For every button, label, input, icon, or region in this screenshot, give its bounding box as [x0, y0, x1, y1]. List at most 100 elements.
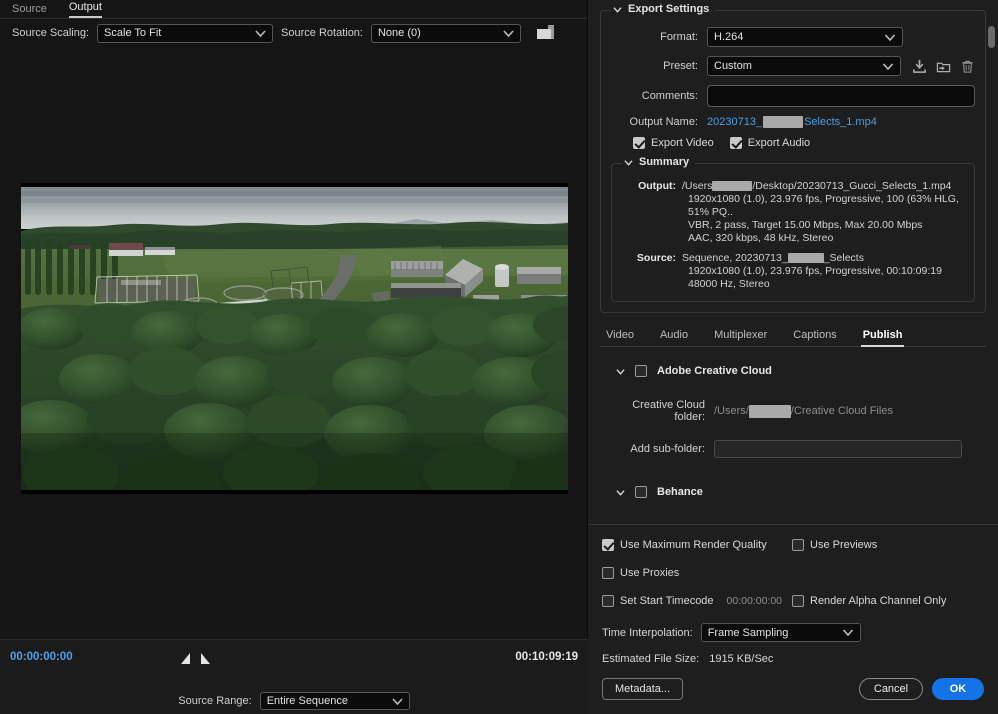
- cc-path-suffix: /Creative Cloud Files: [791, 405, 893, 417]
- source-scaling-dropdown[interactable]: Scale To Fit: [97, 24, 273, 43]
- set-start-timecode-checkbox[interactable]: [602, 595, 614, 607]
- chevron-down-icon: [842, 629, 854, 636]
- behance-header[interactable]: Behance: [616, 486, 982, 498]
- mark-in-icon[interactable]: [181, 653, 190, 664]
- export-video-checkbox[interactable]: [633, 137, 645, 149]
- set-start-timecode-row[interactable]: Set Start Timecode 00:00:00:00: [602, 595, 788, 607]
- preview-pane: Source Output Source Scaling: Scale To F…: [0, 0, 588, 714]
- tab-audio[interactable]: Audio: [660, 329, 688, 346]
- behance-title: Behance: [657, 486, 703, 498]
- publish-panel: Adobe Creative Cloud Creative Cloud fold…: [600, 365, 986, 498]
- output-name-label: Output Name:: [611, 116, 707, 128]
- time-interpolation-value: Frame Sampling: [708, 627, 789, 639]
- redaction-block: [788, 253, 824, 263]
- import-preset-icon[interactable]: [936, 59, 951, 74]
- summary-output-path-prefix: /Users: [682, 180, 712, 192]
- adobe-cc-header[interactable]: Adobe Creative Cloud: [616, 365, 982, 377]
- chevron-down-icon: [882, 63, 894, 70]
- scrollbar-thumb[interactable]: [988, 26, 995, 48]
- format-dropdown[interactable]: H.264: [707, 27, 903, 47]
- use-proxies-row[interactable]: Use Proxies: [602, 567, 679, 579]
- max-render-quality-label: Use Maximum Render Quality: [620, 539, 767, 551]
- render-alpha-checkbox[interactable]: [792, 595, 804, 607]
- max-render-quality-checkbox[interactable]: [602, 539, 614, 551]
- output-name-prefix: 20230713_: [707, 116, 762, 128]
- time-interpolation-label: Time Interpolation:: [602, 627, 693, 639]
- preset-label: Preset:: [611, 60, 707, 72]
- add-subfolder-row: Add sub-folder:: [604, 440, 982, 458]
- output-name-row: Output Name: 20230713_ Selects_1.mp4: [611, 116, 975, 128]
- format-label: Format:: [611, 31, 707, 43]
- adobe-cc-checkbox[interactable]: [635, 365, 647, 377]
- chevron-down-icon[interactable]: [616, 488, 625, 497]
- source-range-dropdown[interactable]: Entire Sequence: [260, 692, 410, 710]
- comments-row: Comments:: [611, 85, 975, 107]
- tab-source[interactable]: Source: [12, 3, 47, 18]
- video-preview-frame: [21, 183, 568, 494]
- use-previews-row[interactable]: Use Previews: [792, 539, 877, 551]
- export-settings-title: Export Settings: [628, 3, 709, 15]
- output-name-value[interactable]: 20230713_ Selects_1.mp4: [707, 116, 877, 128]
- proxies-row: Use Proxies: [602, 567, 984, 579]
- tab-video[interactable]: Video: [606, 329, 634, 346]
- export-audio-checkbox[interactable]: [730, 137, 742, 149]
- estimated-file-size-value: 1915 KB/Sec: [709, 653, 773, 665]
- metadata-button[interactable]: Metadata...: [602, 678, 683, 700]
- chevron-down-icon[interactable]: [624, 158, 633, 167]
- redaction-block: [712, 181, 752, 191]
- timecode-row: Set Start Timecode 00:00:00:00 Render Al…: [602, 595, 984, 607]
- max-render-quality-row[interactable]: Use Maximum Render Quality: [602, 539, 788, 551]
- preset-value: Custom: [714, 60, 752, 72]
- export-video-checkbox-row[interactable]: Export Video: [633, 137, 714, 149]
- summary-source-key: Source:: [622, 252, 682, 265]
- adobe-cc-title: Adobe Creative Cloud: [657, 365, 772, 377]
- aspect-ratio-icon[interactable]: [537, 24, 557, 42]
- estimated-file-size-label: Estimated File Size:: [602, 653, 699, 665]
- source-rotation-dropdown[interactable]: None (0): [371, 24, 521, 43]
- chevron-down-icon[interactable]: [616, 367, 625, 376]
- add-subfolder-input[interactable]: [714, 440, 962, 458]
- use-previews-checkbox[interactable]: [792, 539, 804, 551]
- duration-timecode[interactable]: 00:10:09:19: [515, 651, 578, 663]
- export-audio-checkbox-row[interactable]: Export Audio: [730, 137, 810, 149]
- delete-preset-icon[interactable]: [960, 59, 975, 74]
- export-settings-header[interactable]: Export Settings: [611, 3, 715, 15]
- settings-pane: Export Settings Format: H.264 Preset: Cu…: [588, 0, 998, 714]
- chevron-down-icon: [503, 30, 514, 37]
- settings-scrollbar[interactable]: [988, 26, 995, 194]
- source-range-value: Entire Sequence: [267, 695, 348, 707]
- preset-row: Preset: Custom: [611, 56, 975, 76]
- transport-controls: 00:00:00:00 00:10:09:19 Fit: [0, 639, 588, 714]
- behance-checkbox[interactable]: [635, 486, 647, 498]
- preset-dropdown[interactable]: Custom: [707, 56, 901, 76]
- summary-header[interactable]: Summary: [622, 156, 695, 168]
- tab-multiplexer[interactable]: Multiplexer: [714, 329, 767, 346]
- redaction-block: [763, 116, 803, 128]
- export-video-label: Export Video: [651, 137, 714, 149]
- summary-output-path: /Users/Desktop/20230713_Gucci_Selects_1.…: [682, 180, 964, 193]
- video-preview[interactable]: [21, 183, 568, 494]
- chevron-down-icon[interactable]: [613, 5, 622, 14]
- time-interpolation-dropdown[interactable]: Frame Sampling: [701, 623, 861, 642]
- creative-cloud-folder-label: Creative Cloud folder:: [604, 399, 714, 423]
- render-alpha-label: Render Alpha Channel Only: [810, 595, 946, 607]
- settings-sub-tabs: Video Audio Multiplexer Captions Publish: [600, 325, 986, 347]
- start-timecode-value[interactable]: 00:00:00:00: [727, 595, 782, 607]
- mark-out-icon[interactable]: [201, 653, 210, 664]
- tab-output[interactable]: Output: [69, 1, 102, 18]
- comments-input[interactable]: [707, 85, 975, 107]
- tab-captions[interactable]: Captions: [793, 329, 836, 346]
- summary-source-detail: 1920x1080 (1.0), 23.976 fps, Progressive…: [622, 265, 964, 278]
- current-timecode[interactable]: 00:00:00:00: [10, 651, 73, 663]
- render-alpha-row[interactable]: Render Alpha Channel Only: [792, 595, 946, 607]
- source-range-label: Source Range:: [178, 695, 251, 707]
- use-proxies-checkbox[interactable]: [602, 567, 614, 579]
- ok-button[interactable]: OK: [932, 678, 984, 700]
- preset-action-icons: [912, 59, 975, 74]
- quality-row: Use Maximum Render Quality Use Previews: [602, 539, 984, 551]
- cancel-button[interactable]: Cancel: [859, 678, 923, 700]
- save-preset-icon[interactable]: [912, 59, 927, 74]
- estimated-file-size-row: Estimated File Size: 1915 KB/Sec: [602, 653, 984, 665]
- summary-output-path-suffix: /Desktop/20230713_Gucci_Selects_1.mp4: [752, 180, 951, 192]
- tab-publish[interactable]: Publish: [863, 329, 903, 346]
